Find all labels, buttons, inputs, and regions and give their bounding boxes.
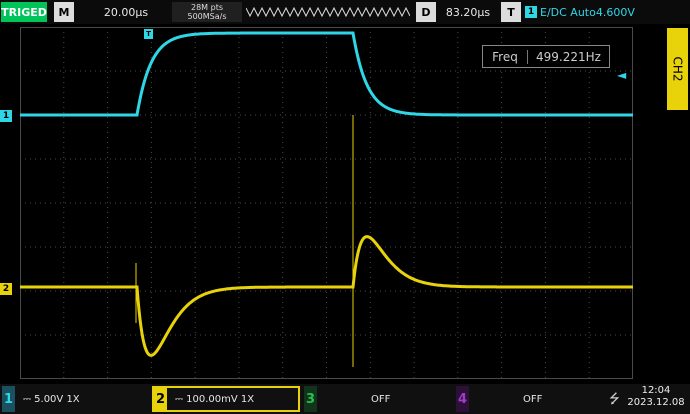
delay-button[interactable]: D: [416, 2, 436, 22]
clock: 12:04 2023.12.08: [624, 385, 688, 409]
trigger-position-marker[interactable]: T: [144, 29, 153, 39]
ch2-number: 2: [154, 386, 167, 412]
trigger-source-badge: 1: [525, 6, 537, 18]
memory-info: 28M pts 500MSa/s: [172, 2, 242, 22]
graticule-and-traces: [20, 27, 633, 379]
ch1-level-marker[interactable]: 1: [0, 110, 12, 122]
clock-time: 12:04: [641, 385, 671, 396]
ch3-number: 3: [304, 386, 317, 412]
trigger-level-arrow-icon[interactable]: ◄: [617, 68, 626, 82]
ch1-number: 1: [2, 386, 15, 412]
frequency-measurement: Freq 499.221Hz: [482, 45, 610, 68]
ch2-scale: ⎓ 100.00mV 1X: [175, 393, 255, 405]
ch2-tab-label: CH2: [670, 56, 685, 82]
ch3-status[interactable]: 3 OFF: [304, 386, 452, 412]
clock-date: 2023.12.08: [627, 397, 685, 408]
trigger-button[interactable]: T: [501, 2, 521, 22]
top-status-bar: TRIGED M 20.00μs 28M pts 500MSa/s D 83.2…: [0, 0, 690, 24]
ch4-number: 4: [456, 386, 469, 412]
usb-icon: ⭍: [609, 392, 620, 407]
channel-status-bar: 1 ⎓ 5.00V 1X 2 ⎓ 100.00mV 1X 3 OFF 4 OFF…: [0, 384, 690, 414]
timebase-readout[interactable]: 20.00μs: [86, 2, 166, 22]
ch1-scale: ⎓ 5.00V 1X: [23, 393, 80, 405]
freq-value: 499.221Hz: [536, 49, 601, 64]
ch4-status[interactable]: 4 OFF: [456, 386, 604, 412]
delay-readout[interactable]: 83.20μs: [440, 2, 496, 22]
sample-rate: 500MSa/s: [187, 12, 227, 21]
ch4-state: OFF: [523, 393, 543, 405]
graticule-grid: [20, 27, 633, 379]
ch3-state: OFF: [371, 393, 391, 405]
mode-button[interactable]: M: [54, 2, 74, 22]
trigger-status-badge: TRIGED: [1, 2, 47, 22]
ch1-status[interactable]: 1 ⎓ 5.00V 1X: [2, 386, 150, 412]
trigger-settings[interactable]: E∕DC Auto4.600V: [540, 2, 650, 22]
memory-depth: 28M pts: [190, 3, 223, 12]
freq-label: Freq: [483, 49, 528, 64]
zigzag-memory-indicator: [246, 7, 410, 17]
ch2-menu-tab[interactable]: CH2: [667, 28, 688, 110]
waveform-display[interactable]: [20, 27, 633, 379]
ch2-level-marker[interactable]: 2: [0, 283, 12, 295]
ch2-status[interactable]: 2 ⎓ 100.00mV 1X: [152, 386, 300, 412]
